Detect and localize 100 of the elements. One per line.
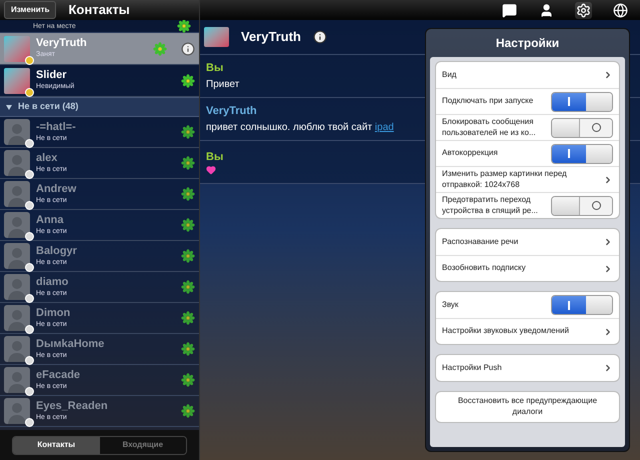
popover-title: Настройки (496, 35, 560, 52)
flower-icon (181, 125, 195, 139)
settings-row[interactable]: Блокировать сообщения пользователей не из ко... (436, 114, 619, 140)
avatar-silhouette (4, 305, 30, 331)
flower-icon (181, 156, 195, 170)
flower-icon (181, 249, 195, 263)
contact-name: eFacade (36, 368, 82, 382)
chevron-icon (603, 326, 613, 336)
avatar-silhouette (4, 243, 30, 269)
contact-name: Eyes_Readen (36, 400, 109, 414)
avatar-silhouette (4, 367, 30, 393)
settings-label: Подключать при запуске (442, 96, 534, 107)
flower-icon (181, 74, 195, 88)
flower-icon (181, 373, 195, 387)
segment-tab[interactable]: Контакты (13, 436, 100, 454)
restore-button[interactable]: Восстановить все предупреждающие диалоги (435, 391, 620, 423)
settings-label: Звук (442, 300, 460, 310)
status-badge-icon (25, 325, 34, 334)
settings-label: Настройки Push (442, 362, 503, 374)
flower-icon (181, 342, 195, 356)
flower-icon (177, 20, 191, 33)
avatar-silhouette (4, 398, 30, 424)
toggle-switch[interactable] (551, 118, 613, 138)
avatar-silhouette (4, 181, 30, 207)
avatar-silhouette (4, 150, 30, 176)
status-badge-icon (25, 56, 34, 64)
contact-name: -=hatl=- (36, 120, 77, 134)
chevron-icon (603, 70, 613, 80)
panel-title: Контакты (68, 1, 130, 20)
contact-name: alex (36, 152, 58, 166)
settings-row[interactable]: Возобновить подписку (436, 255, 619, 281)
contact-name: Dimon (36, 306, 72, 320)
toggle-switch[interactable] (551, 144, 613, 164)
avatar-silhouette (4, 336, 30, 362)
contact-name: Slider (36, 69, 68, 82)
avatar-silhouette (4, 212, 30, 238)
status-badge-icon (25, 387, 34, 396)
status-badge-icon (25, 170, 34, 179)
avatar-image (204, 27, 229, 47)
status-badge-icon (25, 139, 34, 148)
status-badge-icon (25, 263, 34, 272)
flower-icon (181, 280, 195, 294)
info-icon[interactable] (312, 30, 327, 44)
sender-name: Вы (206, 150, 224, 165)
toggle-switch[interactable] (551, 92, 613, 112)
message-text: Привет (206, 78, 240, 92)
chat-title: VeryTruth (241, 28, 301, 46)
avatar-image (4, 68, 30, 94)
settings-row[interactable]: Настройки звуковых уведомлений (436, 318, 619, 344)
flower-icon (181, 218, 195, 232)
avatar-silhouette (4, 119, 30, 145)
settings-row[interactable]: Настройки Push (436, 355, 619, 381)
triangle-icon (6, 104, 12, 110)
info-icon[interactable] (181, 42, 195, 56)
settings-label: Изменить размер картинки перед отправкой: 1024x768 (442, 169, 568, 190)
avatar-silhouette (4, 274, 30, 300)
settings-row[interactable]: Звук (436, 292, 619, 318)
contact-name: Anna (36, 214, 64, 228)
chevron-icon (603, 174, 613, 184)
flower-icon (153, 42, 167, 56)
contact-name: VeryTruth (36, 37, 88, 51)
sender-name: VeryTruth (206, 104, 257, 120)
chevron-icon (603, 237, 613, 247)
settings-label: Распознавание речи (442, 236, 520, 248)
toggle-switch[interactable] (551, 295, 613, 315)
settings-label: Предотвратить переход устройства в спящий ре... (442, 195, 539, 216)
flower-icon (181, 404, 195, 418)
settings-label: Вид (442, 70, 458, 80)
contact-name: Andrew (36, 182, 78, 196)
chevron-icon (603, 363, 613, 373)
status-badge-icon (25, 356, 34, 365)
chevron-icon (603, 264, 613, 274)
avatar-image (4, 36, 30, 62)
contact-name: diamo (36, 276, 70, 290)
edit-button[interactable]: Изменить (4, 1, 56, 19)
settings-label: Автокоррекция (442, 148, 499, 159)
settings-label: Блокировать сообщения пользователей не из ко... (442, 117, 537, 138)
group-header[interactable]: Не в сети (48) (0, 97, 199, 117)
settings-row[interactable]: Автокоррекция (436, 140, 619, 166)
flower-icon (181, 187, 195, 201)
settings-row[interactable]: Вид (436, 62, 619, 88)
settings-label: Возобновить подписку (442, 263, 527, 274)
settings-row[interactable]: Распознавание речи (436, 229, 619, 255)
toggle-switch[interactable] (551, 196, 613, 216)
contact-name: DымkaHome (36, 338, 106, 352)
message-text: привет солнышко. люблю твой сайт ipad (206, 120, 394, 135)
status-badge-icon (25, 418, 34, 427)
settings-row[interactable]: Подключать при запуске (436, 88, 619, 114)
flower-icon (181, 311, 195, 325)
status-badge-icon (25, 232, 34, 241)
settings-row[interactable]: Изменить размер картинки перед отправкой: 1024x768 (436, 166, 619, 192)
status-badge-icon (25, 88, 34, 96)
contact-name: Balogyr (36, 244, 78, 258)
sender-name: Вы (206, 61, 224, 76)
message-link[interactable]: ipad (374, 122, 394, 133)
status-badge-icon (25, 294, 34, 303)
status-badge-icon (25, 201, 34, 210)
settings-label: Настройки звуковых уведомлений (442, 326, 570, 337)
heart-icon (206, 165, 216, 176)
settings-row[interactable]: Предотвратить переход устройства в спящий ре... (436, 192, 619, 218)
